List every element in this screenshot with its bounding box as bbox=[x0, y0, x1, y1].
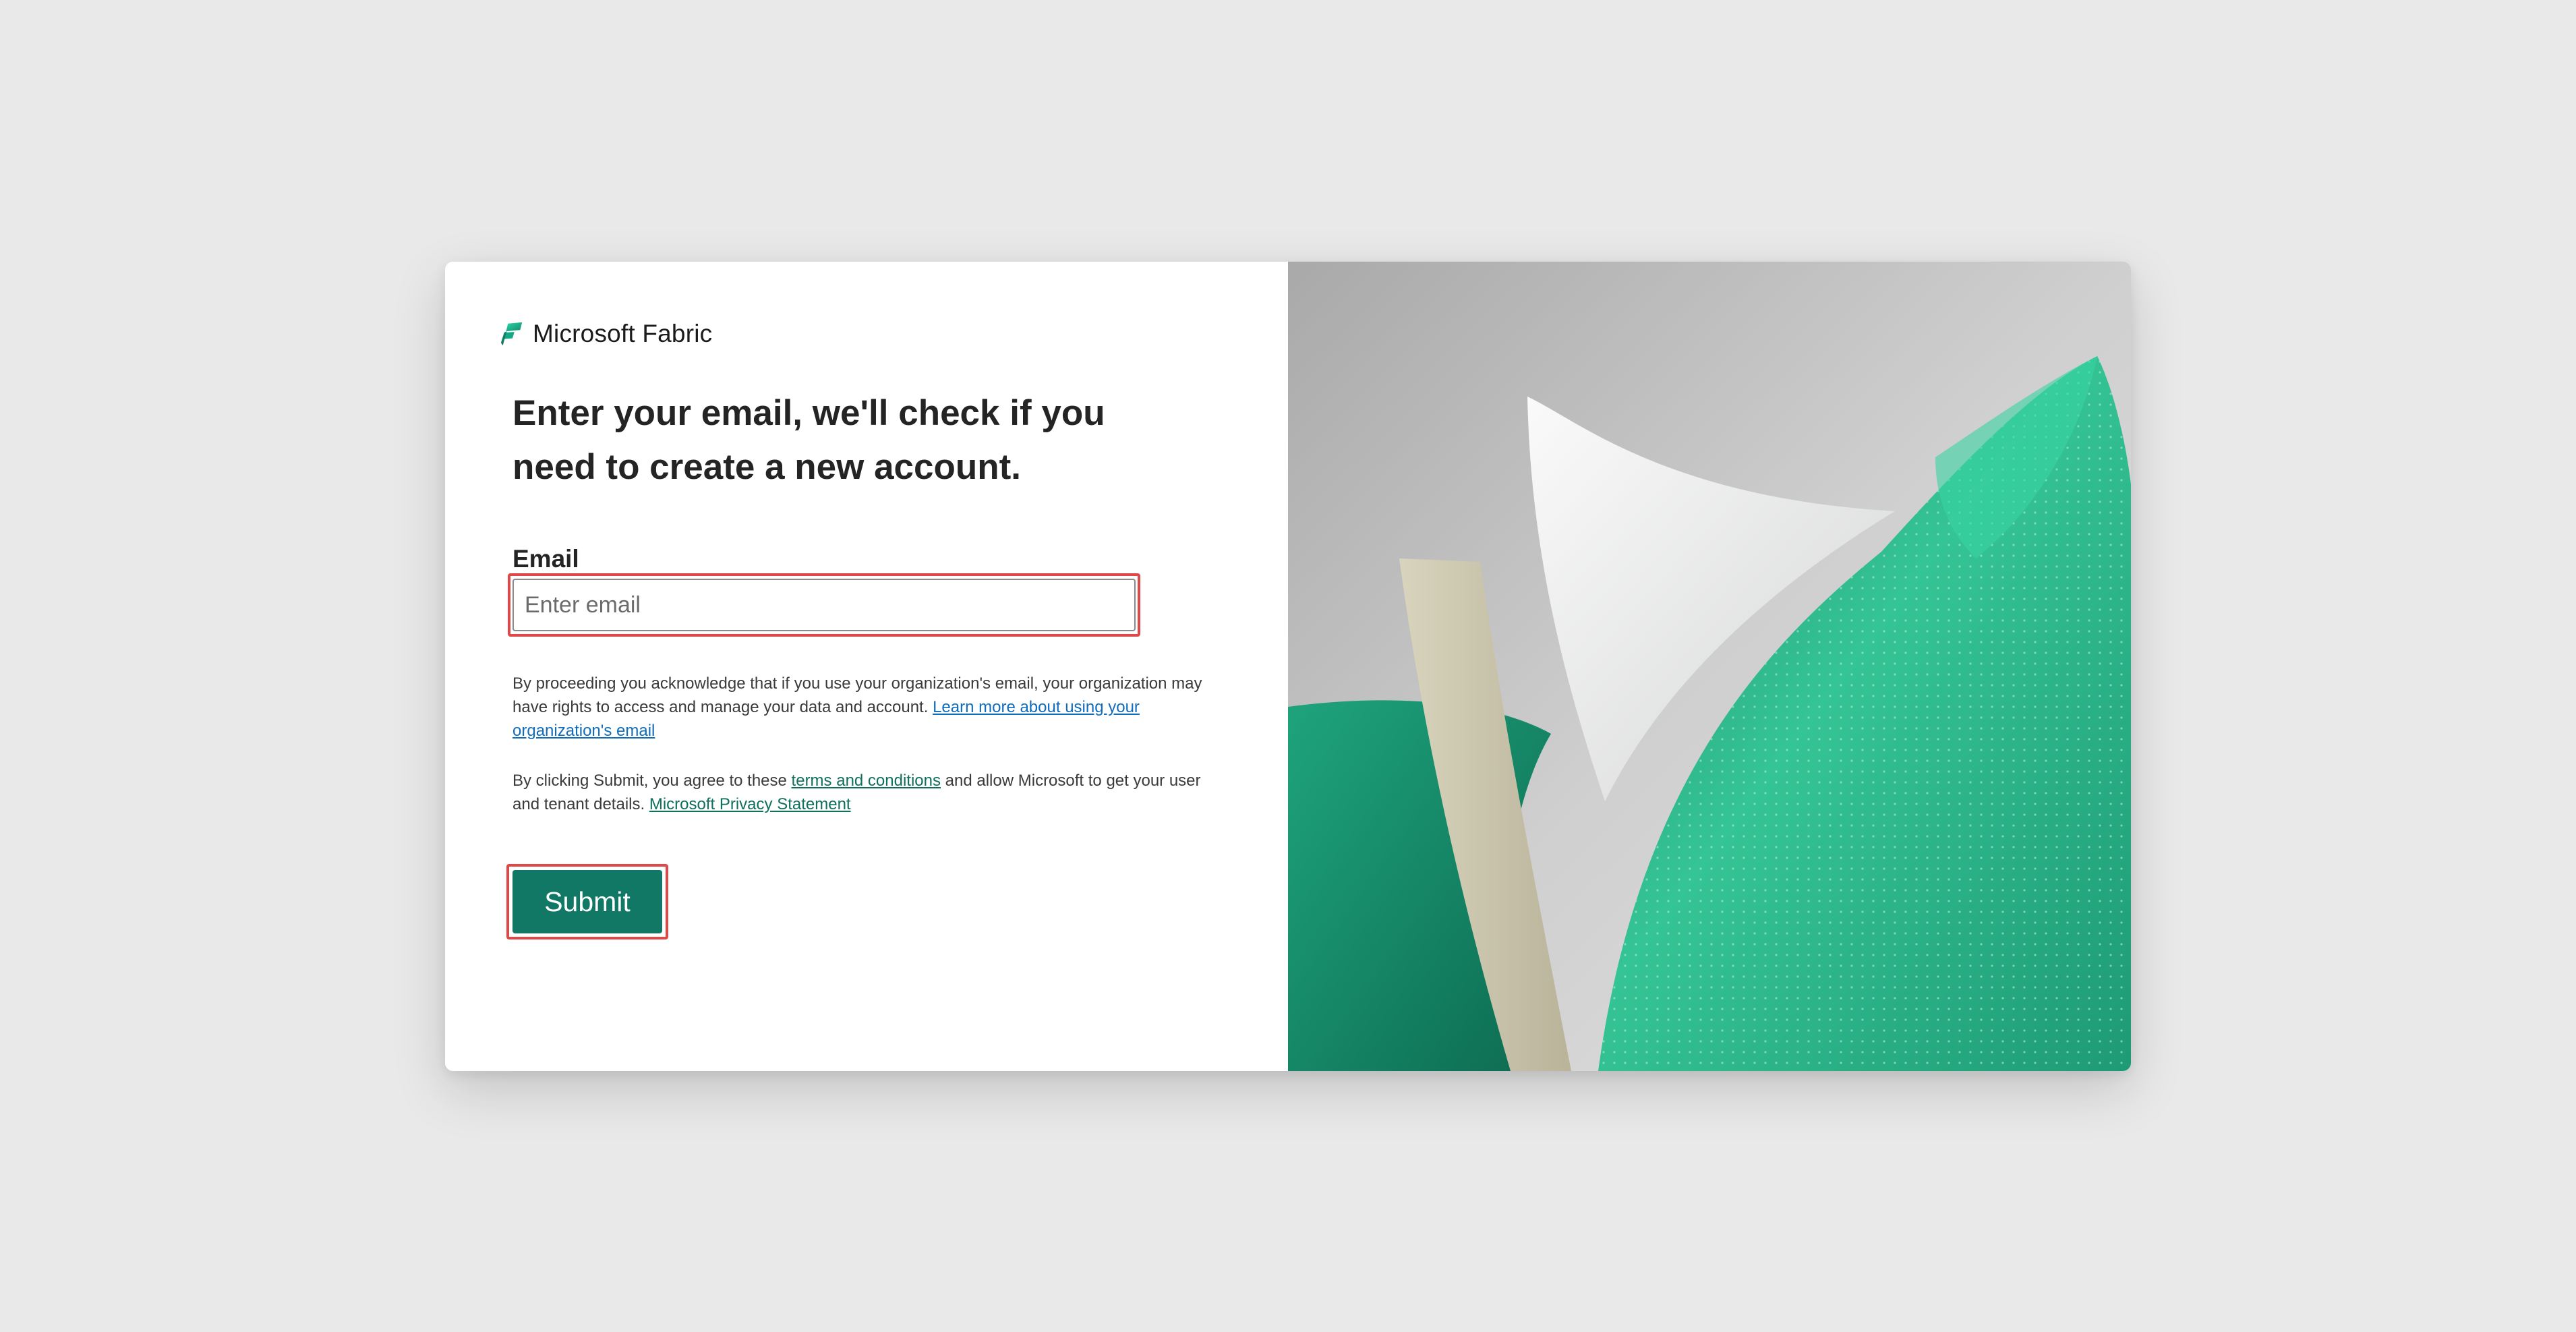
email-label: Email bbox=[513, 545, 579, 573]
terms-notice: By clicking Submit, you agree to these t… bbox=[513, 769, 1207, 816]
signup-card: Microsoft Fabric Enter your email, we'll… bbox=[445, 262, 2131, 1071]
terms-prefix-text: By clicking Submit, you agree to these bbox=[513, 772, 792, 790]
submit-button[interactable]: Submit bbox=[513, 870, 662, 933]
page-title: Enter your email, we'll check if you nee… bbox=[513, 393, 1105, 487]
privacy-statement-link[interactable]: Microsoft Privacy Statement bbox=[649, 795, 851, 813]
email-field[interactable] bbox=[513, 579, 1136, 631]
organization-email-notice: By proceeding you acknowledge that if yo… bbox=[513, 672, 1207, 743]
hero-image-panel bbox=[1288, 262, 2131, 1071]
signup-form-panel: Microsoft Fabric Enter your email, we'll… bbox=[445, 262, 1288, 1071]
brand-name: Microsoft Fabric bbox=[533, 320, 713, 347]
microsoft-fabric-logo-icon bbox=[500, 322, 523, 346]
fabric-hero-illustration bbox=[1288, 262, 2131, 1071]
brand-header: Microsoft Fabric bbox=[499, 317, 712, 351]
terms-and-conditions-link[interactable]: terms and conditions bbox=[792, 772, 941, 790]
